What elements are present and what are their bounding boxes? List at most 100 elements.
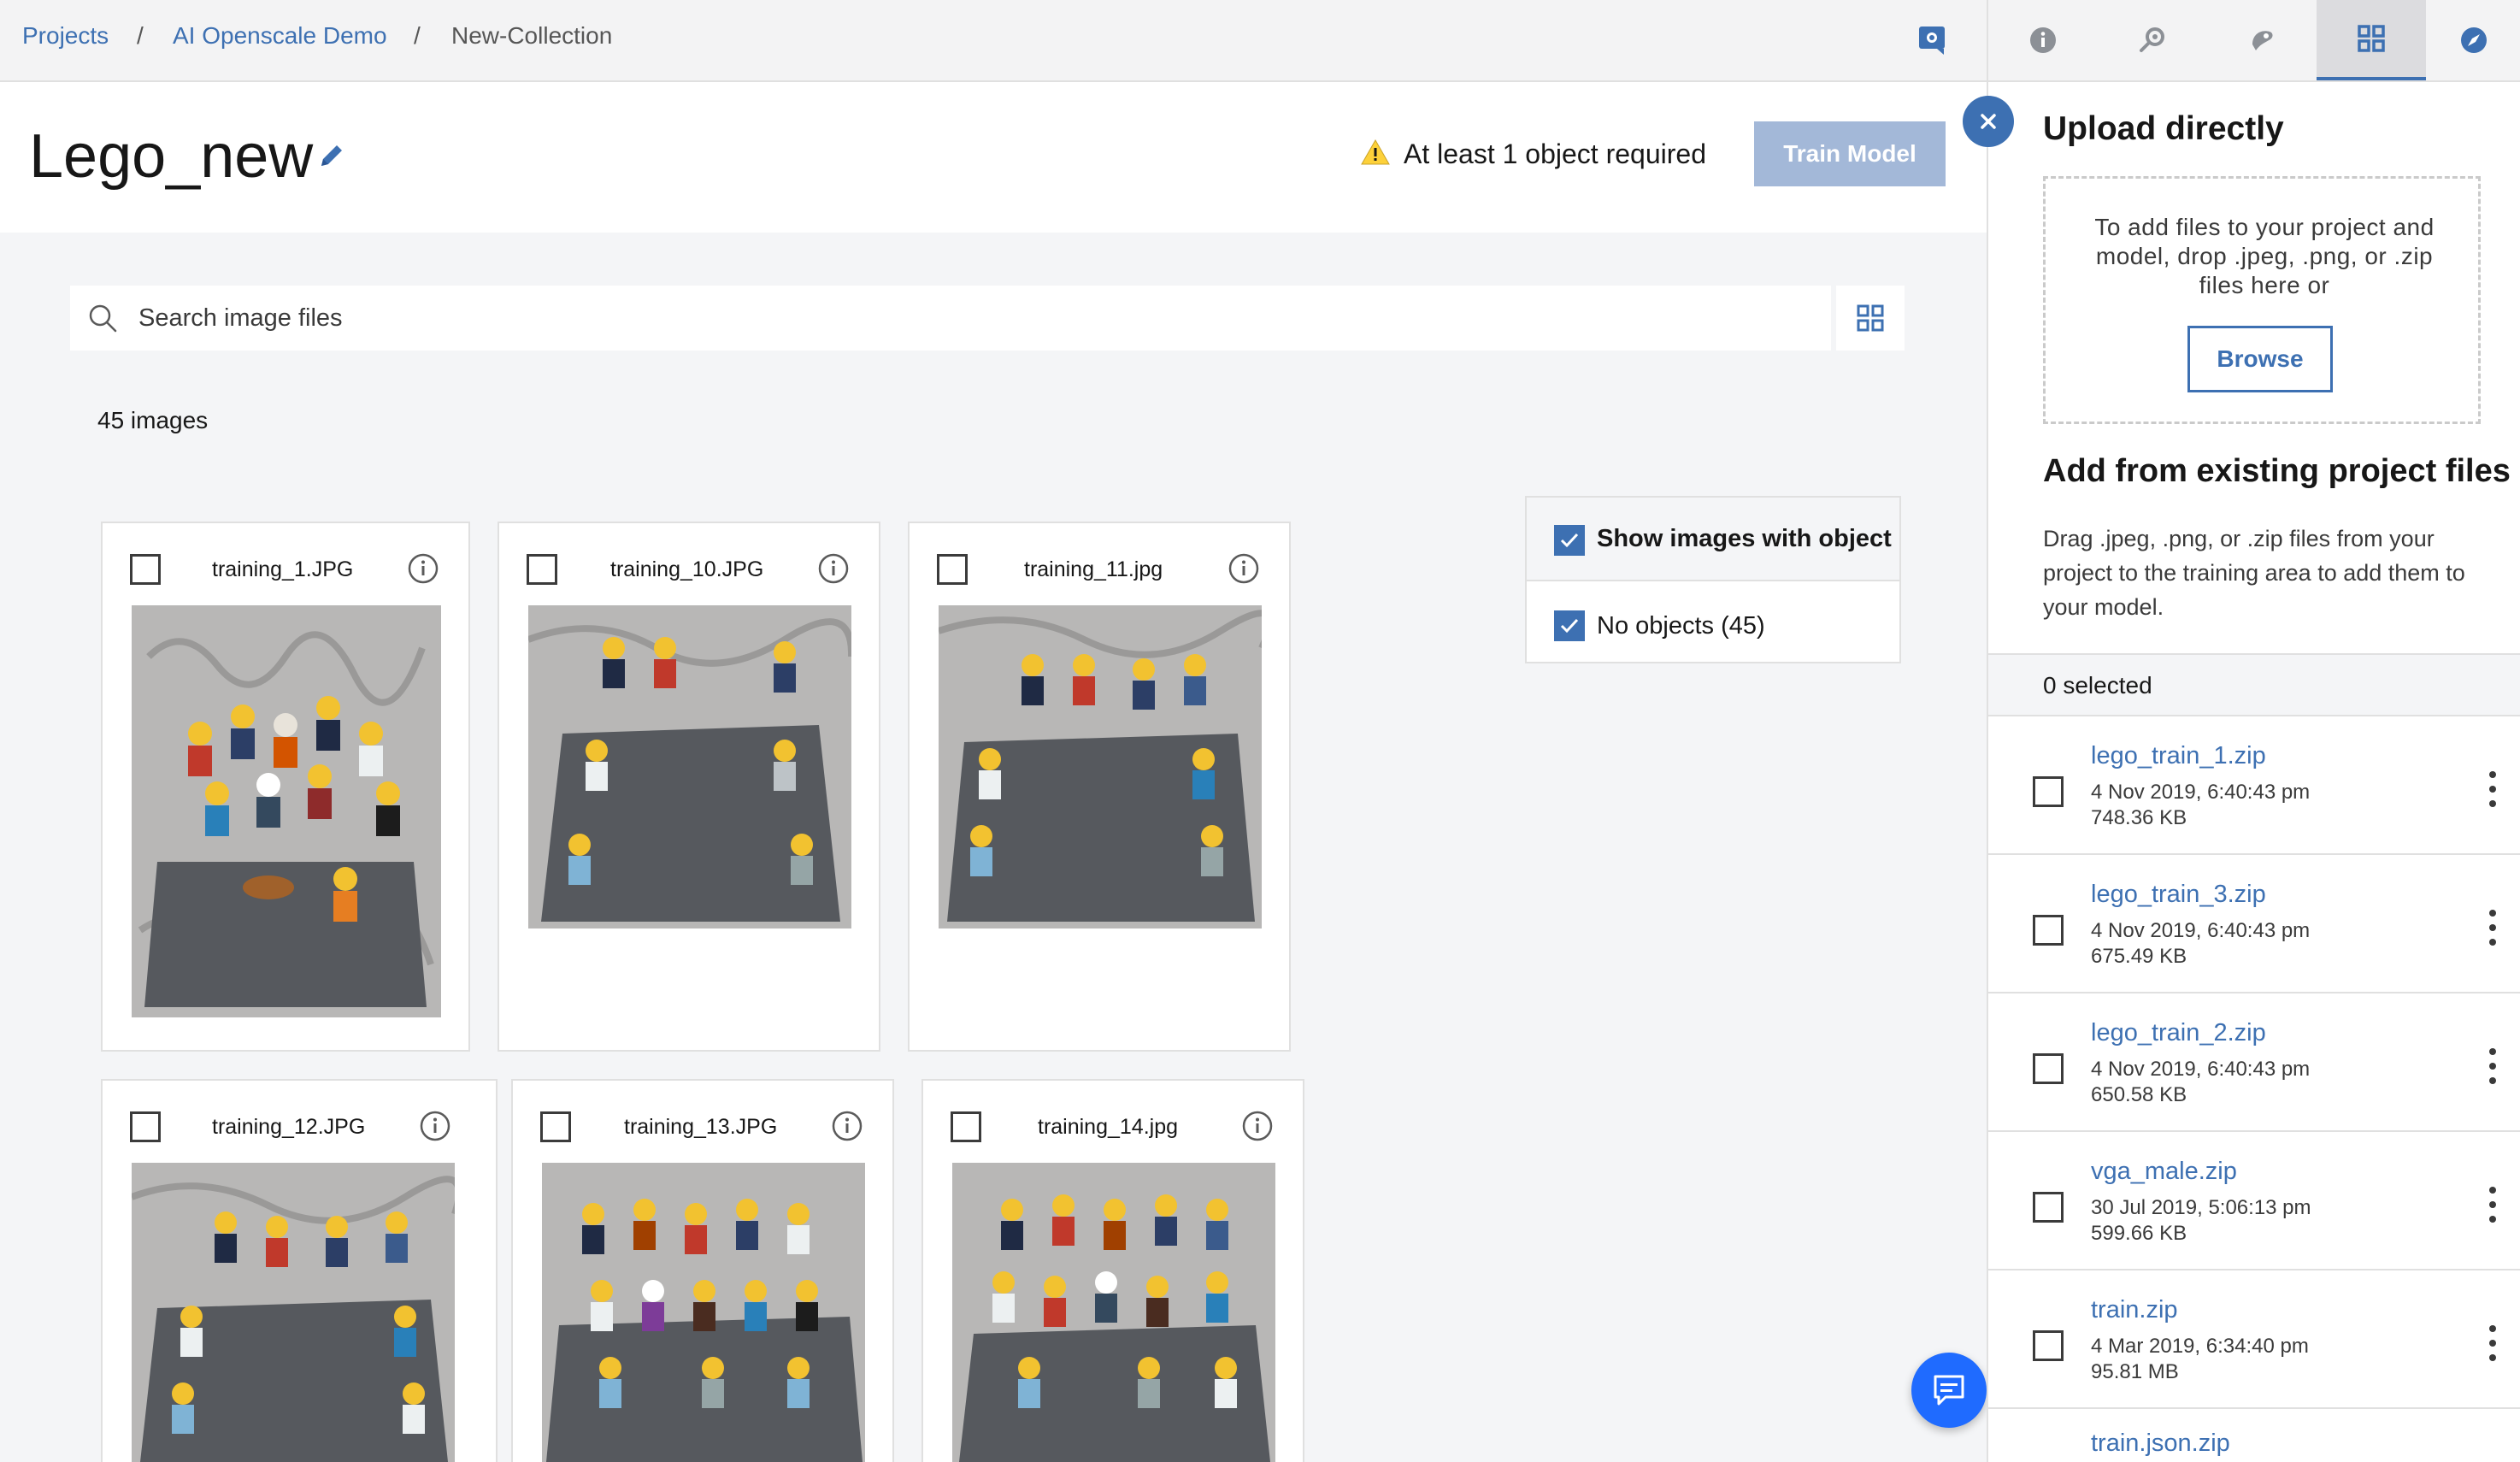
file-dropzone[interactable]: To add files to your project and model, …: [2043, 176, 2481, 424]
file-checkbox[interactable]: [2033, 1192, 2064, 1223]
close-panel-button[interactable]: [1963, 96, 2014, 147]
image-card[interactable]: training_14.jpg: [921, 1079, 1304, 1462]
tab-info[interactable]: [1988, 0, 2098, 80]
selected-count: 0 selected: [2043, 672, 2152, 699]
breadcrumb-project[interactable]: AI Openscale Demo: [173, 21, 387, 51]
file-list-item[interactable]: train.zip 4 Mar 2019, 6:34:40 pm 95.81 M…: [1988, 1270, 2520, 1409]
image-card[interactable]: training_12.JPG: [101, 1079, 498, 1462]
info-icon[interactable]: [817, 552, 850, 585]
file-name[interactable]: train.json.zip: [2091, 1428, 2230, 1459]
tab-compass[interactable]: [2426, 0, 2520, 80]
image-checkbox[interactable]: [527, 554, 557, 585]
filter-header: Show images with object: [1527, 498, 1899, 581]
notebook-icon[interactable]: [1915, 22, 1949, 56]
file-list-item[interactable]: lego_train_3.zip 4 Nov 2019, 6:40:43 pm …: [1988, 855, 2520, 993]
image-thumbnail: [528, 605, 851, 928]
image-collection-area: 45 images training_1.JPG: [0, 233, 1987, 1462]
grid-view-icon: [1857, 304, 1884, 332]
image-checkbox[interactable]: [130, 1111, 161, 1142]
top-bar: Projects / AI Openscale Demo / New-Colle…: [0, 0, 1987, 82]
file-size: 95.81 MB: [2091, 1360, 2179, 1383]
grid-view-toggle[interactable]: [1836, 286, 1905, 351]
image-card[interactable]: training_11.jpg: [908, 522, 1291, 1052]
file-name[interactable]: lego_train_2.zip: [2091, 1017, 2266, 1048]
overflow-menu-icon[interactable]: [2488, 1322, 2498, 1365]
image-filename: training_13.JPG: [624, 1115, 778, 1139]
image-thumbnail: [542, 1163, 865, 1462]
file-checkbox[interactable]: [2033, 1330, 2064, 1361]
image-card[interactable]: training_10.JPG: [498, 522, 880, 1052]
file-date: 4 Nov 2019, 6:40:43 pm: [2091, 919, 2311, 942]
no-objects-checkbox[interactable]: [1554, 610, 1585, 641]
tab-model[interactable]: [2207, 0, 2317, 80]
file-list-item[interactable]: lego_train_1.zip 4 Nov 2019, 6:40:43 pm …: [1988, 716, 2520, 855]
file-size: 650.58 KB: [2091, 1083, 2187, 1106]
file-list-item[interactable]: vga_male.zip 30 Jul 2019, 5:06:13 pm 599…: [1988, 1132, 2520, 1270]
show-images-with-object-checkbox[interactable]: [1554, 525, 1585, 556]
page-header: Lego_new At least 1 object required Trai…: [0, 82, 1987, 233]
checkmark-icon: [1560, 533, 1579, 548]
image-checkbox[interactable]: [540, 1111, 571, 1142]
breadcrumb-separator: /: [137, 22, 144, 49]
grid-icon: [2358, 25, 2385, 52]
info-icon[interactable]: [1241, 1110, 1274, 1142]
image-thumbnail: [952, 1163, 1275, 1462]
warning-message: At least 1 object required: [1404, 139, 1706, 169]
filter-header-label: Show images with object: [1597, 525, 1892, 552]
upload-title: Upload directly: [2043, 110, 2284, 147]
image-filename: training_14.jpg: [1038, 1115, 1179, 1139]
data-search-icon: [2140, 27, 2164, 52]
image-checkbox[interactable]: [951, 1111, 981, 1142]
file-checkbox[interactable]: [2033, 1053, 2064, 1084]
overflow-menu-icon[interactable]: [2488, 1045, 2498, 1088]
image-checkbox[interactable]: [130, 554, 161, 585]
info-icon[interactable]: [419, 1110, 451, 1142]
search-icon: [89, 304, 117, 333]
file-date: 30 Jul 2019, 5:06:13 pm: [2091, 1196, 2311, 1219]
search-input[interactable]: [138, 286, 1831, 351]
file-list-item[interactable]: lego_train_2.zip 4 Nov 2019, 6:40:43 pm …: [1988, 993, 2520, 1132]
file-checkbox[interactable]: [2033, 776, 2064, 807]
info-icon[interactable]: [831, 1110, 863, 1142]
info-icon[interactable]: [407, 552, 439, 585]
file-size: 748.36 KB: [2091, 806, 2187, 829]
info-icon[interactable]: [1228, 552, 1260, 585]
overflow-menu-icon[interactable]: [2488, 906, 2498, 949]
file-name[interactable]: train.zip: [2091, 1294, 2178, 1325]
breadcrumb-current: New-Collection: [451, 22, 613, 49]
selection-status-bar: 0 selected: [1988, 653, 2520, 716]
file-name[interactable]: vga_male.zip: [2091, 1156, 2237, 1187]
browse-button[interactable]: Browse: [2187, 326, 2333, 392]
search-bar: [70, 286, 1831, 351]
file-date: 4 Nov 2019, 6:40:43 pm: [2091, 1058, 2311, 1081]
image-filename: training_10.JPG: [610, 557, 764, 581]
file-list-item[interactable]: train.json.zip: [1988, 1409, 2520, 1462]
app-root: Projects / AI Openscale Demo / New-Colle…: [0, 0, 2520, 1462]
object-filter: Show images with object No objects (45): [1525, 496, 1901, 663]
image-card[interactable]: training_1.JPG: [101, 522, 470, 1052]
file-checkbox[interactable]: [2033, 915, 2064, 946]
train-model-button[interactable]: Train Model: [1754, 121, 1946, 186]
tab-data-search[interactable]: [2098, 0, 2207, 80]
image-thumbnail: [132, 605, 441, 1017]
image-card[interactable]: training_13.JPG: [511, 1079, 894, 1462]
chat-icon: [1934, 1375, 1964, 1406]
existing-files-description: Drag .jpeg, .png, or .zip files from you…: [2043, 526, 2465, 620]
overflow-menu-icon[interactable]: [2488, 1183, 2498, 1226]
image-checkbox[interactable]: [937, 554, 968, 585]
image-filename: training_11.jpg: [1024, 557, 1163, 581]
overflow-menu-icon[interactable]: [2488, 768, 2498, 811]
file-name[interactable]: lego_train_1.zip: [2091, 740, 2266, 771]
breadcrumb-projects[interactable]: Projects: [22, 21, 109, 51]
tab-grid[interactable]: [2317, 0, 2426, 80]
chat-button[interactable]: [1911, 1353, 1987, 1428]
file-date: 4 Nov 2019, 6:40:43 pm: [2091, 781, 2311, 804]
file-name[interactable]: lego_train_3.zip: [2091, 879, 2266, 910]
upload-panel: Upload directly To add files to your pro…: [1987, 82, 2520, 1462]
image-thumbnail: [132, 1163, 455, 1462]
existing-files-title: Add from existing project files: [2043, 453, 2511, 489]
side-tab-bar: [1987, 0, 2520, 82]
edit-icon[interactable]: [316, 140, 347, 171]
dropzone-text: To add files to your project and model, …: [2094, 214, 2435, 298]
compass-icon: [2461, 27, 2487, 53]
